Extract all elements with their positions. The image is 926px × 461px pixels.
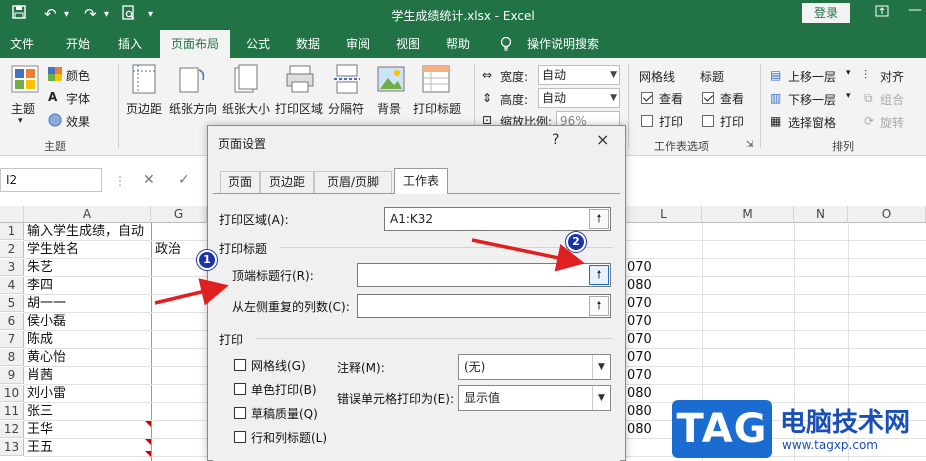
arrow-to-rows-label xyxy=(154,278,229,306)
step-badge-2: 2 xyxy=(566,232,586,252)
watermark: TAG 电脑技术网 www.tagxp.com xyxy=(672,398,926,461)
step-badge-1: 1 xyxy=(197,250,217,270)
arrow-to-collapse-button xyxy=(471,238,585,272)
watermark-name: 电脑技术网 xyxy=(780,408,911,438)
watermark-url: www.tagxp.com xyxy=(782,438,878,452)
annotation-arrows xyxy=(154,238,585,306)
watermark-logo: TAG xyxy=(672,400,772,458)
